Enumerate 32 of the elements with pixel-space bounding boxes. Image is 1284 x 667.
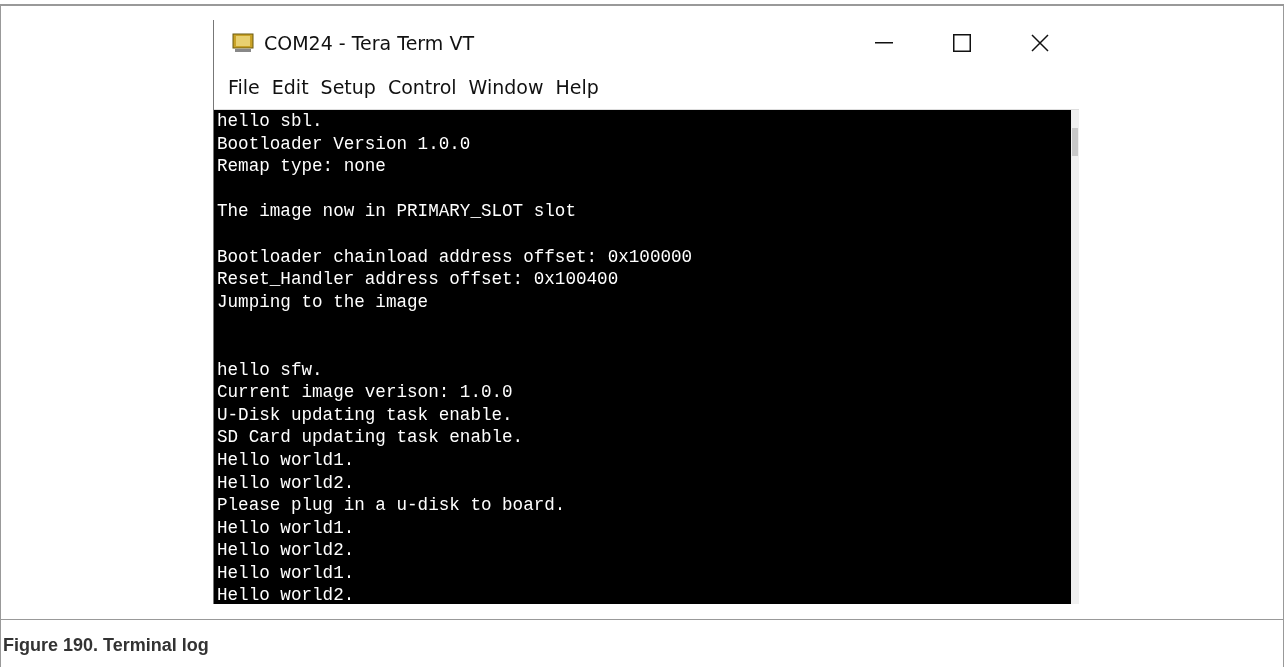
terminal-line: Current image verison: 1.0.0 [217,381,514,404]
window-title: COM24 - Tera Term VT [264,30,474,56]
scrollbar[interactable] [1071,110,1079,604]
app-icon [232,33,254,53]
terminal-line: Hello world2. [217,539,356,562]
terminal-line: Remap type: none [217,155,387,178]
terminal-line: Hello world1. [217,516,356,540]
figure-caption: Figure 190. Terminal log [3,633,209,657]
terminal-line: SD Card updating task enable. [217,426,525,449]
terminal-line: The image now in PRIMARY_SLOT slot [217,200,577,223]
menu-item[interactable]: Setup [314,73,382,102]
menu-item[interactable]: Control [381,73,463,102]
maximize-icon [953,34,971,52]
terminal-line: Jumping to the image [217,290,430,314]
close-icon [1031,34,1049,52]
scrollbar-thumb[interactable] [1072,128,1078,156]
terminal-line: U-Disk updating task enable. [217,403,514,427]
menu-item[interactable]: File [222,73,266,102]
terminal-line: Hello world1. [217,448,356,472]
terminal-line: hello sbl. [217,110,324,133]
menu-item[interactable]: Window [462,73,550,102]
terminal-line: Hello world2. [217,471,356,495]
terminal-line: Reset_Handler address offset: 0x100400 [217,268,620,291]
terminal-line: Hello world1. [217,561,356,585]
terminal-line: Hello world2. [217,584,356,604]
terminal-line: hello sfw. [217,358,324,382]
menu-item[interactable]: Help [549,73,605,102]
menu-item[interactable]: Edit [265,73,315,102]
terminal-line: Please plug in a u-disk to board. [217,494,567,517]
minimize-icon [875,42,893,44]
terminal-line: Bootloader Version 1.0.0 [217,132,472,156]
terminal-line: Bootloader chainload address offset: 0x100000 [217,245,694,269]
